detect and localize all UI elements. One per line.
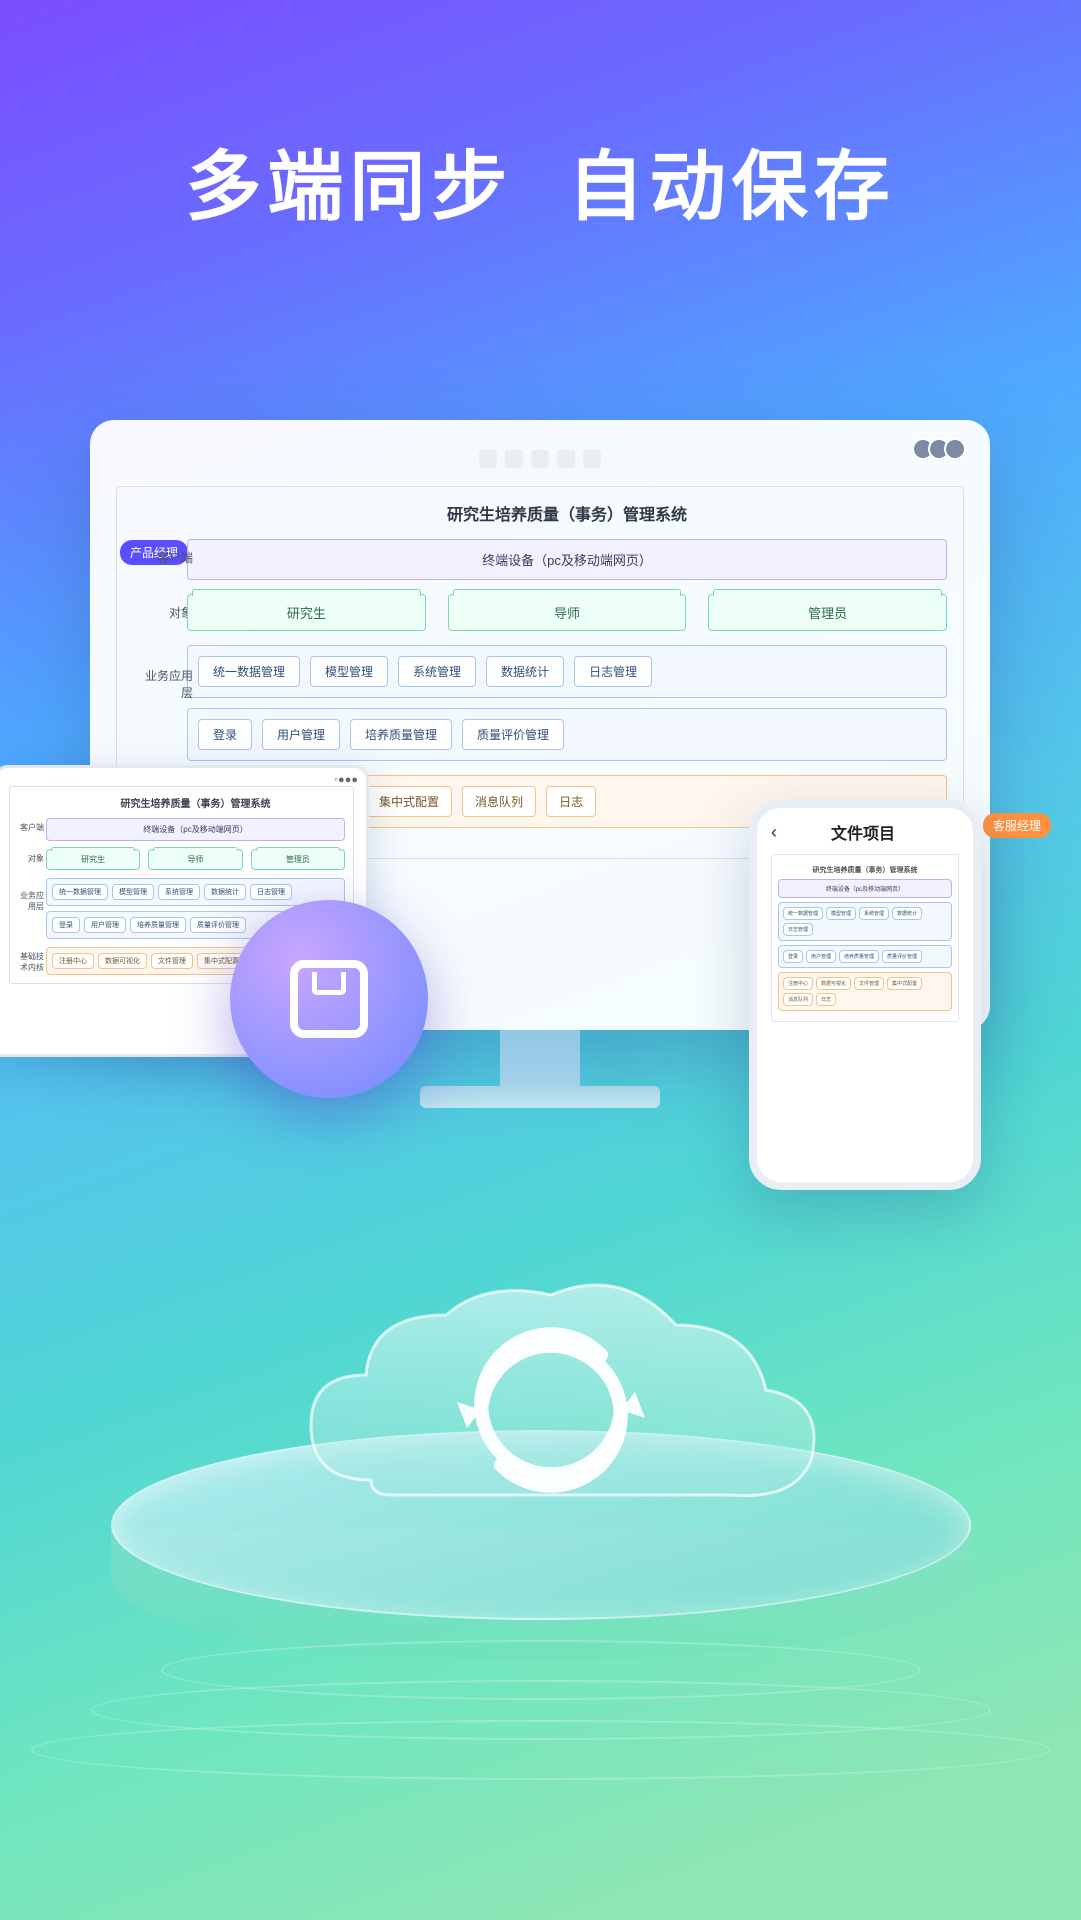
row-client: 客户端 终端设备（pc及移动端网页） [187,539,947,580]
save-icon [290,960,368,1038]
monitor-stand-neck [500,1030,580,1090]
board-title: 研究生培养质量（事务）管理系统 [187,501,947,525]
monitor-toolbar [116,442,964,476]
client-box: 终端设备（pc及移动端网页） [187,539,947,580]
hero-heading: 多端同步 自动保存 [0,125,1081,235]
phone-topbar: ‹ 文件项目 [771,820,959,844]
label-object: 对象 [145,604,193,621]
obj-admin: 管理员 [708,594,947,631]
cloud-platform [111,1280,971,1720]
label-app: 业务应用层 [145,667,193,701]
obj-student: 研究生 [187,594,426,631]
monitor-avatars [918,438,966,460]
label-client: 客户端 [145,549,193,566]
tablet-title: 研究生培养质量（事务）管理系统 [46,795,345,810]
monitor-stand-base [420,1086,660,1108]
t-row-client: 客户端 终端设备（pc及移动端网页） [46,818,345,841]
obj-advisor: 导师 [448,594,687,631]
app-row2: 登录 用户管理 培养质量管理 质量评价管理 [187,708,947,761]
row-objects: 对象 研究生 导师 管理员 [187,594,947,631]
tablet-avatars: ◦●●● [334,774,358,786]
phone-title: 文件项目 [831,820,895,844]
phone-board: 研究生培养质量（事务）管理系统 终端设备（pc及移动端网页） 统一数据管理 模型… [771,854,959,1022]
save-bubble [230,900,428,1098]
heading-right: 自动保存 [568,145,896,230]
app-row1: 统一数据管理 模型管理 系统管理 数据统计 日志管理 [187,645,947,698]
heading-left: 多端同步 [185,145,513,230]
tag-customer-manager: 客服经理 [983,813,1051,838]
row-app: 业务应用层 统一数据管理 模型管理 系统管理 数据统计 日志管理 登录 用户管理… [187,645,947,761]
t-row-obj: 对象 研究生 导师 管理员 项目经理 [46,849,345,870]
back-icon[interactable]: ‹ [771,822,777,843]
phone-device: ‹ 文件项目 研究生培养质量（事务）管理系统 终端设备（pc及移动端网页） 统一… [749,800,981,1190]
